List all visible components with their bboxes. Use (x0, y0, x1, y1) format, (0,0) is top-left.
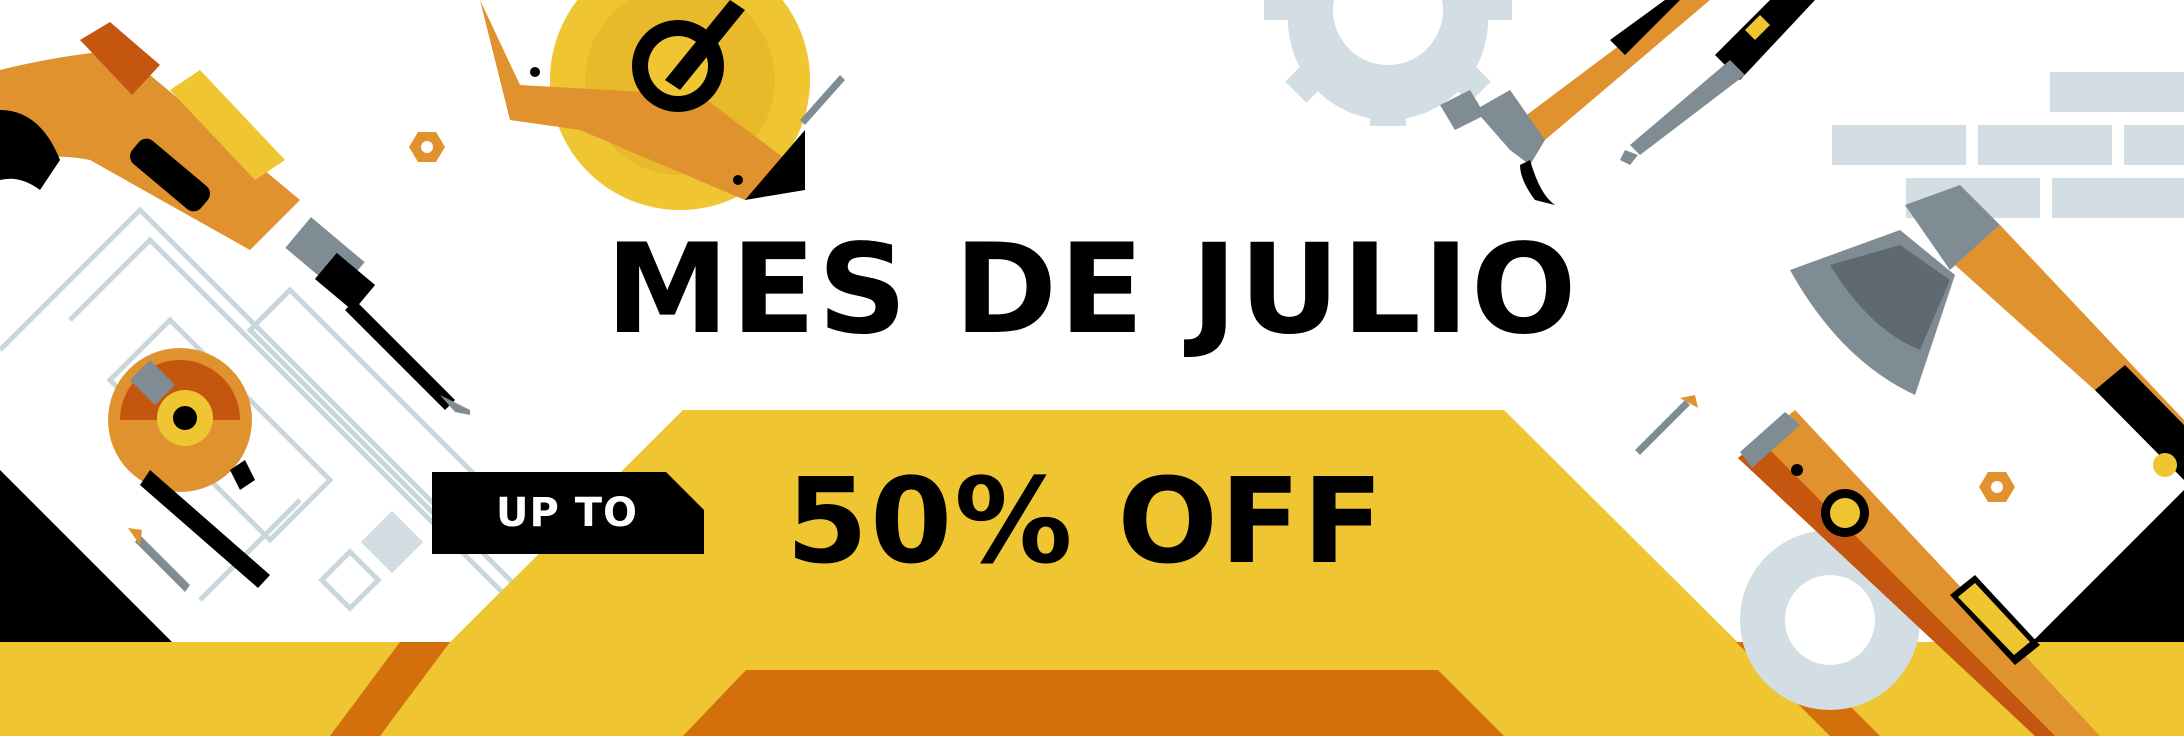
headline: MES DE JULIO (605, 218, 1579, 362)
right-black-corner (2032, 490, 2184, 642)
blueprint-square (360, 510, 424, 574)
left-black-corner (0, 470, 172, 642)
power-drill-icon (0, 22, 470, 415)
tag-label: UP TO (496, 490, 639, 536)
offer-text: 50% OFF (786, 452, 1386, 590)
promo-banner: MES DE JULIO UP TO 50% OFF (0, 0, 2184, 736)
nail-icon-right (1635, 395, 1698, 455)
hex-nut-hole-right (1991, 481, 2003, 493)
tape-reel-icon (480, 0, 845, 210)
brick-wall-icon (1832, 72, 2184, 218)
nail-icon (128, 528, 190, 592)
hex-nut-hole (421, 141, 433, 153)
banner-artwork (0, 0, 2184, 736)
bottom-orange-trapezoid (683, 670, 1504, 736)
